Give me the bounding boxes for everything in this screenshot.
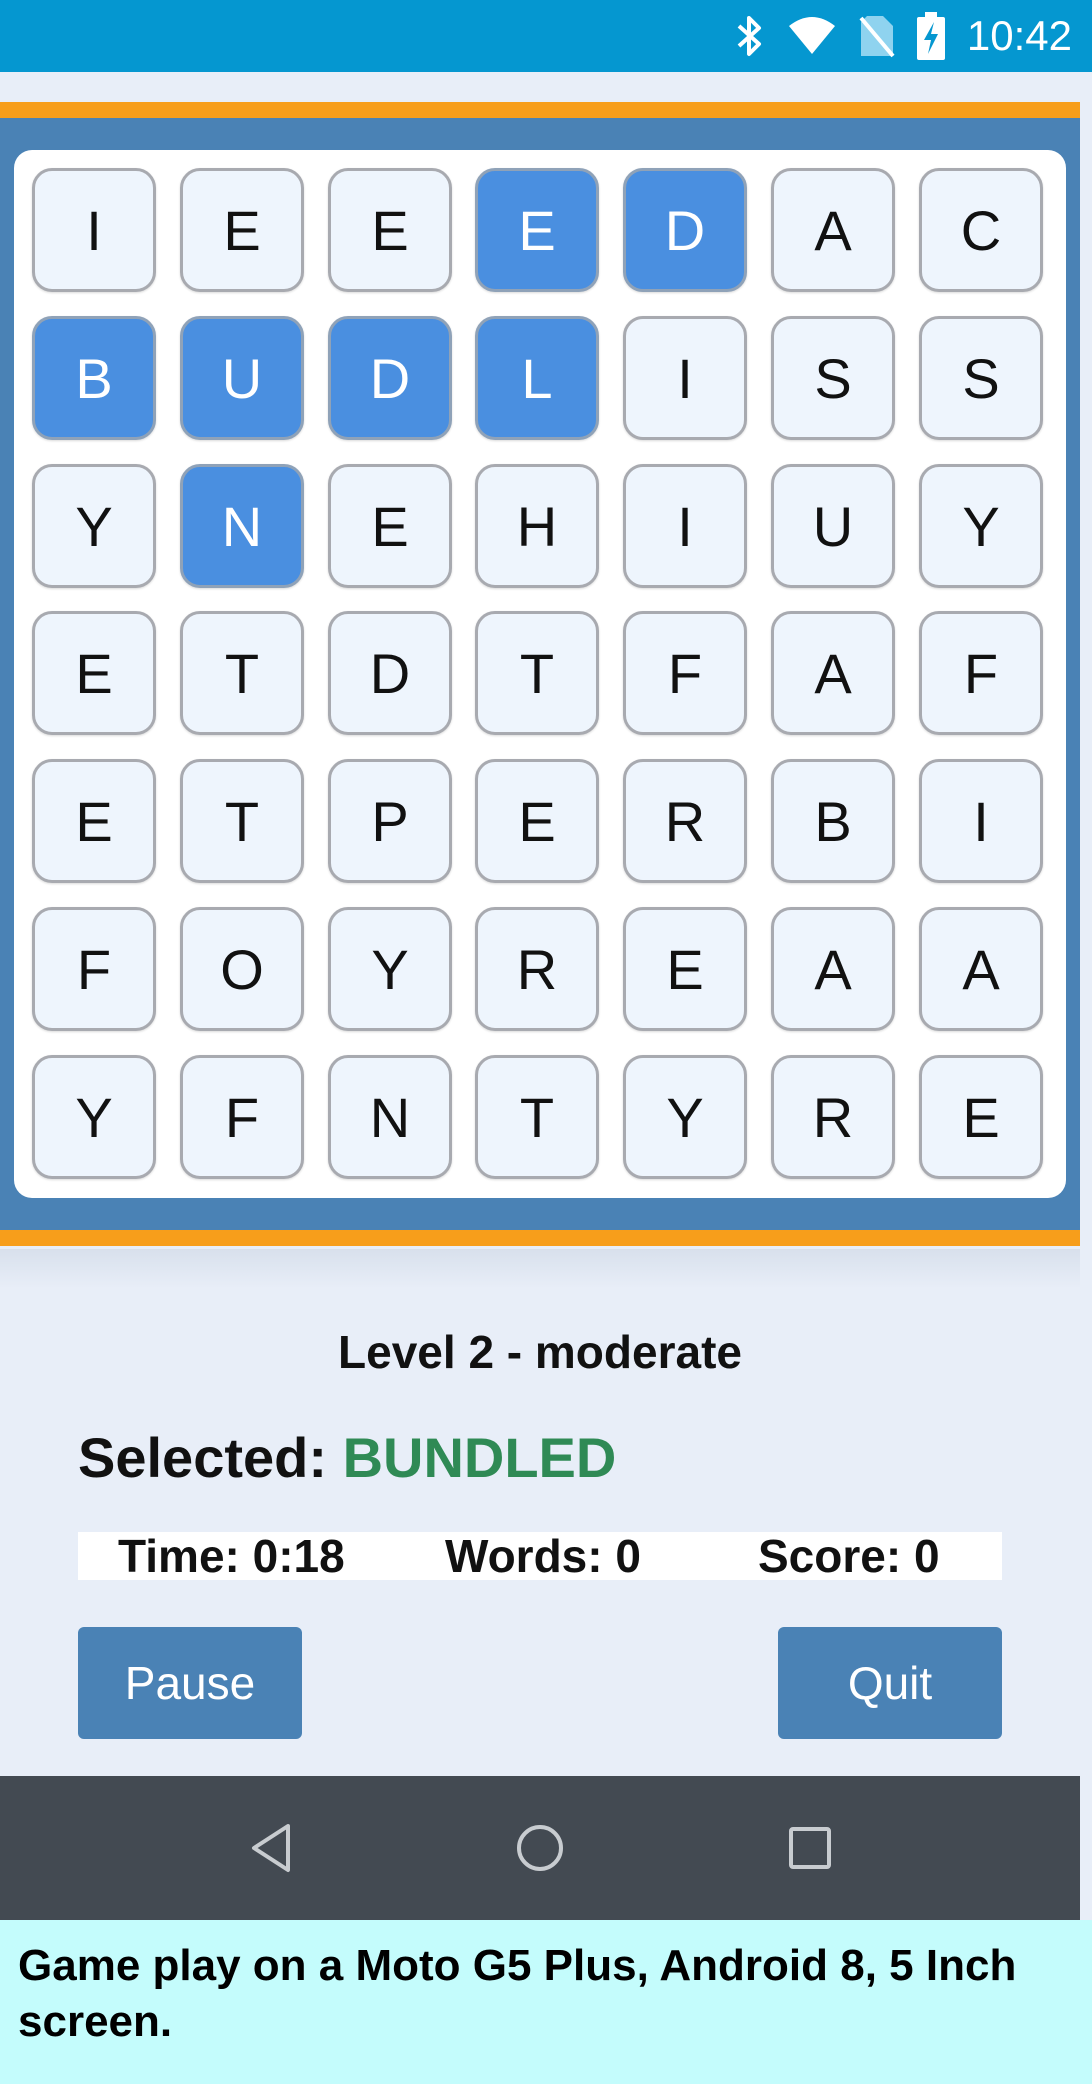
battery-charging-icon (916, 12, 945, 60)
time-stat: Time: 0:18 (118, 1530, 345, 1582)
quit-button[interactable]: Quit (778, 1627, 1002, 1739)
letter-tile[interactable]: Y (32, 1055, 156, 1179)
letter-tile[interactable]: E (32, 759, 156, 883)
letter-tile[interactable]: F (623, 611, 747, 735)
letter-grid: IEEEDACBUDLISSYNEHIUYETDTFAFETPERBIFOYRE… (14, 150, 1066, 1198)
selected-word: BUNDLED (342, 1426, 617, 1489)
letter-tile[interactable]: R (475, 907, 599, 1031)
letter-tile[interactable]: S (919, 316, 1043, 440)
letter-tile[interactable]: Y (623, 1055, 747, 1179)
top-accent-line (0, 102, 1080, 118)
letter-tile[interactable]: E (475, 168, 599, 292)
status-icons: 10:42 (735, 0, 1072, 72)
pause-button[interactable]: Pause (78, 1627, 302, 1739)
words-stat: Words: 0 (445, 1530, 641, 1582)
letter-tile[interactable]: N (180, 464, 304, 588)
letter-tile[interactable]: A (771, 611, 895, 735)
android-nav-bar (0, 1776, 1080, 1920)
level-label: Level 2 - moderate (338, 1326, 742, 1378)
letter-tile[interactable]: Y (919, 464, 1043, 588)
letter-tile[interactable]: R (623, 759, 747, 883)
caption-area: Game play on a Moto G5 Plus, Android 8, … (0, 1920, 1092, 2084)
board-shadow (0, 1249, 1080, 1289)
letter-tile[interactable]: A (771, 168, 895, 292)
letter-tile[interactable]: E (623, 907, 747, 1031)
letter-tile[interactable]: L (475, 316, 599, 440)
letter-tile[interactable]: I (623, 316, 747, 440)
selected-row: Selected: BUNDLED (78, 1425, 616, 1490)
letter-tile[interactable]: T (180, 759, 304, 883)
letter-tile[interactable]: U (180, 316, 304, 440)
status-time: 10:42 (966, 12, 1072, 59)
letter-tile[interactable]: A (771, 907, 895, 1031)
letter-tile[interactable]: P (328, 759, 452, 883)
letter-tile[interactable]: N (328, 1055, 452, 1179)
letter-tile[interactable]: B (32, 316, 156, 440)
caption-text: Game play on a Moto G5 Plus, Android 8, … (18, 1941, 1017, 2046)
letter-tile[interactable]: D (328, 611, 452, 735)
letter-tile[interactable]: E (180, 168, 304, 292)
letter-tile[interactable]: T (475, 611, 599, 735)
letter-tile[interactable]: Y (32, 464, 156, 588)
letter-tile[interactable]: E (475, 759, 599, 883)
bottom-accent-line (0, 1230, 1080, 1246)
letter-tile[interactable]: T (180, 611, 304, 735)
letter-tile[interactable]: E (328, 168, 452, 292)
letter-tile[interactable]: E (328, 464, 452, 588)
status-bar: 10:42 (0, 0, 1092, 72)
letter-tile[interactable]: F (32, 907, 156, 1031)
letter-tile[interactable]: A (919, 907, 1043, 1031)
letter-tile[interactable]: U (771, 464, 895, 588)
bluetooth-icon (735, 14, 765, 58)
letter-tile[interactable]: O (180, 907, 304, 1031)
letter-tile[interactable]: F (919, 611, 1043, 735)
selected-label: Selected: (78, 1426, 327, 1489)
letter-tile[interactable]: H (475, 464, 599, 588)
letter-tile[interactable]: D (623, 168, 747, 292)
letter-tile[interactable]: I (623, 464, 747, 588)
letter-tile[interactable]: F (180, 1055, 304, 1179)
letter-tile[interactable]: I (919, 759, 1043, 883)
no-sim-icon (859, 14, 895, 58)
letter-tile[interactable]: I (32, 168, 156, 292)
board-frame: IEEEDACBUDLISSYNEHIUYETDTFAFETPERBIFOYRE… (0, 118, 1080, 1230)
letter-tile[interactable]: E (32, 611, 156, 735)
letter-tile[interactable]: D (328, 316, 452, 440)
letter-tile[interactable]: Y (328, 907, 452, 1031)
letter-tile[interactable]: R (771, 1055, 895, 1179)
letter-tile[interactable]: T (475, 1055, 599, 1179)
stats-bar: Time: 0:18 Words: 0 Score: 0 (78, 1532, 1002, 1580)
letter-tile[interactable]: E (919, 1055, 1043, 1179)
letter-tile[interactable]: S (771, 316, 895, 440)
letter-tile[interactable]: B (771, 759, 895, 883)
score-stat: Score: 0 (758, 1530, 940, 1582)
wifi-icon (787, 16, 837, 56)
letter-tile[interactable]: C (919, 168, 1043, 292)
